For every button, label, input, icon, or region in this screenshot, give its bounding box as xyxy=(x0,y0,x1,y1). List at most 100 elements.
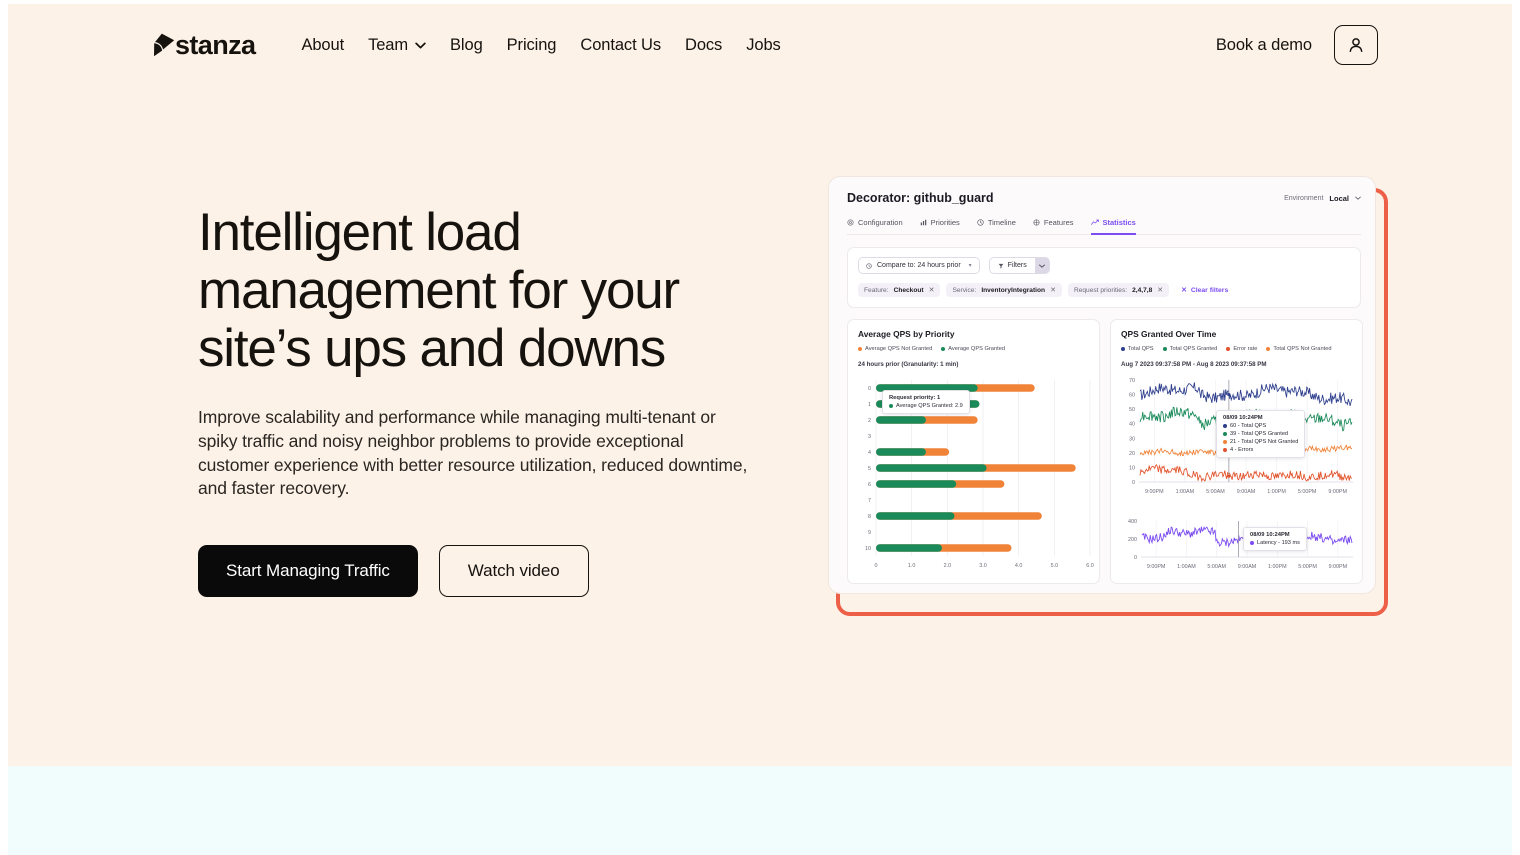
filter-chips: Feature: Checkout ✕ Service: InventoryIn… xyxy=(858,283,1350,297)
start-managing-traffic-button[interactable]: Start Managing Traffic xyxy=(198,545,418,598)
compare-to-dropdown[interactable]: Compare to: 24 hours prior ▾ xyxy=(858,257,980,274)
svg-text:400: 400 xyxy=(1128,519,1137,525)
tab-statistics[interactable]: Statistics xyxy=(1090,218,1136,235)
tooltip-row-label: 21 - Total QPS Not Granted xyxy=(1230,439,1299,445)
tooltip-row: 4 - Errors xyxy=(1223,447,1298,453)
filters-dropdown-main[interactable]: Filters xyxy=(988,257,1035,274)
tab-configuration[interactable]: Configuration xyxy=(847,218,903,235)
nav-link-contact-us[interactable]: Contact Us xyxy=(568,30,673,61)
tab-timeline[interactable]: Timeline xyxy=(977,218,1016,235)
nav-link-jobs[interactable]: Jobs xyxy=(734,30,792,61)
nav-link-docs[interactable]: Docs xyxy=(673,30,734,61)
close-icon[interactable]: ✕ xyxy=(1050,286,1056,294)
account-button[interactable] xyxy=(1334,25,1378,65)
dashboard-header: Decorator: github_guard Environment Loca… xyxy=(847,191,1361,205)
svg-text:1:00PM: 1:00PM xyxy=(1267,489,1286,495)
legend-item-error-rate: Error rate xyxy=(1226,346,1257,352)
tooltip-swatch-icon xyxy=(1223,440,1227,444)
clock-icon xyxy=(977,219,984,226)
svg-text:200: 200 xyxy=(1128,537,1137,543)
tab-priorities[interactable]: Priorities xyxy=(920,218,960,235)
chevron-down-icon xyxy=(1355,196,1361,200)
svg-text:1:00PM: 1:00PM xyxy=(1268,564,1287,570)
chevron-down-icon xyxy=(415,42,426,48)
nav-link-about[interactable]: About xyxy=(289,30,356,61)
book-a-demo-link[interactable]: Book a demo xyxy=(1216,36,1312,55)
filters-dropdown-arrow[interactable] xyxy=(1034,257,1050,274)
clear-filters-button[interactable]: ✕ Clear filters xyxy=(1181,286,1228,295)
dashboard-title: Decorator: github_guard xyxy=(847,191,994,205)
svg-text:2.0: 2.0 xyxy=(944,563,952,569)
filter-bar: Compare to: 24 hours prior ▾ Filters Fea… xyxy=(847,247,1361,308)
latency-chart-area: 0 200 400 9:00PM 1:00AM 5:00AM 9:00AM 1:00PM 5:0… xyxy=(1121,515,1353,582)
brand-name: stanza xyxy=(175,29,256,60)
clock-icon xyxy=(866,262,872,269)
trending-up-icon xyxy=(1090,219,1099,225)
hero-cta-row: Start Managing Traffic Watch video xyxy=(198,545,788,598)
svg-text:1.0: 1.0 xyxy=(908,563,916,569)
brand-logo[interactable]: stanza xyxy=(150,29,256,60)
legend-item-total-qps: Total QPS xyxy=(1121,346,1154,352)
tooltip-row: 39 - Total QPS Granted xyxy=(1223,431,1298,437)
svg-text:20: 20 xyxy=(1129,451,1135,457)
legend-swatch-icon xyxy=(858,347,862,351)
dashboard-preview: Decorator: github_guard Environment Loca… xyxy=(828,176,1388,616)
latency-over-time-chart: 0 200 400 9:00PM 1:00AM 5:00AM 9:00AM 1:00PM 5:0… xyxy=(1128,519,1353,570)
filters-dropdown[interactable]: Filters xyxy=(988,257,1050,274)
gear-icon xyxy=(847,219,854,226)
dashboard-tabs: Configuration Priorities Timeline Featur… xyxy=(847,218,1361,235)
close-icon: ✕ xyxy=(1181,287,1187,294)
filters-label: Filters xyxy=(1007,262,1027,269)
tab-features[interactable]: Features xyxy=(1033,218,1074,235)
legend-item-total-qps-granted: Total QPS Granted xyxy=(1162,346,1217,352)
chevron-down-icon: ▾ xyxy=(968,263,972,269)
tooltip-row-label: Latency - 193 ms xyxy=(1257,540,1300,546)
svg-text:3: 3 xyxy=(868,434,871,440)
filter-chip-request-priorities[interactable]: Request priorities: 2,4,7,8 ✕ xyxy=(1067,283,1170,297)
panel-average-qps-by-priority: Average QPS by Priority Average QPS Not … xyxy=(847,319,1100,584)
watch-video-button[interactable]: Watch video xyxy=(438,545,589,598)
filter-chip-service-value: InventoryIntegration xyxy=(981,286,1046,294)
chevron-down-icon xyxy=(1039,264,1046,268)
latency-tooltip: 08/09 10:24PM Latency - 193 ms xyxy=(1243,527,1307,551)
bar-chart-tooltip: Request priority: 1 Average QPS Granted:… xyxy=(882,390,970,414)
svg-text:8: 8 xyxy=(868,514,871,520)
tooltip-swatch-icon xyxy=(889,404,893,408)
svg-text:9:00AM: 9:00AM xyxy=(1237,489,1256,495)
dashboard-card: Decorator: github_guard Environment Loca… xyxy=(828,176,1376,594)
legend-swatch-icon xyxy=(1266,347,1271,351)
hero-copy: Intelligent load management for your sit… xyxy=(198,204,788,598)
tooltip-swatch-icon xyxy=(1250,541,1254,545)
environment-value: Local xyxy=(1329,193,1349,203)
environment-selector[interactable]: Environment Local xyxy=(1284,194,1361,203)
nav-link-blog[interactable]: Blog xyxy=(438,30,495,61)
svg-text:2: 2 xyxy=(868,418,871,424)
tooltip-row: Average QPS Granted: 2.9 xyxy=(889,403,963,409)
page-root: stanza About Team Blog Pricing Contact U… xyxy=(0,0,1520,855)
nav-link-pricing[interactable]: Pricing xyxy=(495,30,569,61)
tooltip-swatch-icon xyxy=(1223,448,1227,452)
tab-configuration-label: Configuration xyxy=(858,218,903,227)
filter-chip-service-key: Service: xyxy=(952,286,977,294)
legend-item-not-granted: Average QPS Not Granted xyxy=(858,346,932,352)
tooltip-title: 08/09 10:24PM xyxy=(1250,532,1290,538)
svg-text:0: 0 xyxy=(868,386,871,392)
right-panel-subtitle: Aug 7 2023 09:37:58 PM - Aug 8 2023 09:3… xyxy=(1121,361,1267,368)
svg-text:9:00AM: 9:00AM xyxy=(1238,564,1257,570)
svg-text:9:00PM: 9:00PM xyxy=(1145,489,1164,495)
filter-chip-service[interactable]: Service: InventoryIntegration ✕ xyxy=(946,283,1062,297)
filter-chip-priorities-value: 2,4,7,8 xyxy=(1132,286,1153,294)
close-icon[interactable]: ✕ xyxy=(1157,286,1163,294)
tooltip-row: 21 - Total QPS Not Granted xyxy=(1223,439,1298,445)
hero-subtitle: Improve scalability and performance whil… xyxy=(198,407,748,499)
svg-text:40: 40 xyxy=(1129,422,1135,428)
close-icon[interactable]: ✕ xyxy=(929,286,935,294)
legend-label: Total QPS Not Granted xyxy=(1273,346,1332,352)
filter-chip-feature[interactable]: Feature: Checkout ✕ xyxy=(858,283,941,297)
legend-label: Average QPS Granted xyxy=(948,346,1006,352)
nav-link-team[interactable]: Team xyxy=(356,30,438,61)
svg-text:0: 0 xyxy=(875,563,878,569)
hero-section: stanza About Team Blog Pricing Contact U… xyxy=(8,4,1512,766)
svg-text:7: 7 xyxy=(868,498,871,504)
svg-text:1:00AM: 1:00AM xyxy=(1176,489,1195,495)
